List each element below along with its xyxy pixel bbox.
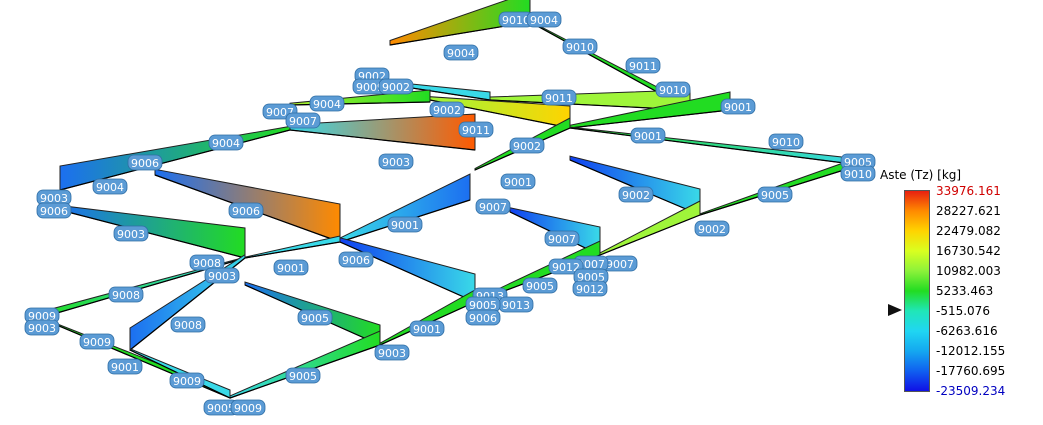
node-label: 9001: [391, 219, 419, 232]
node-label: 9010: [772, 136, 800, 149]
node-label: 9010: [502, 14, 530, 27]
node-label: 9001: [413, 323, 441, 336]
node-label: 9001: [724, 101, 752, 114]
node-label: 9009: [173, 375, 201, 388]
structure-diagram: 9010 90049004 9010901190029009900290119010…: [24, 0, 876, 416]
node-label: 9010: [844, 168, 872, 181]
node-label: 9008: [112, 289, 140, 302]
node-label: 9005: [526, 280, 554, 293]
beam-force-segment: [244, 235, 341, 259]
legend-value: -6263.616: [936, 324, 998, 338]
node-label: 9005: [761, 189, 789, 202]
node-label: 9010: [566, 41, 594, 54]
node-label: 9011: [629, 60, 657, 73]
node-label: 9004: [530, 14, 558, 27]
legend-value: 16730.542: [936, 244, 1001, 258]
legend-value: -23509.234: [936, 384, 1006, 398]
node-label: 9003: [117, 228, 145, 241]
legend-color-bar: [904, 190, 930, 392]
node-label: 9007: [479, 201, 507, 214]
node-label: 9007: [548, 233, 576, 246]
node-label: 9008: [174, 319, 202, 332]
legend-value: -17760.695: [936, 364, 1006, 378]
node-label: 9003: [378, 347, 406, 360]
beam-axis-line: [569, 127, 861, 166]
legend-value: -12012.155: [936, 344, 1006, 358]
node-label: 9004: [212, 137, 240, 150]
node-label: 9004: [96, 181, 124, 194]
beam-force-segment: [599, 200, 701, 256]
beam-axis-line: [244, 241, 341, 259]
node-label: 9012: [576, 283, 604, 296]
legend-pointer-icon: [888, 304, 902, 316]
node-label: 9002: [433, 104, 461, 117]
node-label: 9011: [462, 124, 490, 137]
node-label: 9005: [289, 370, 317, 383]
node-label: 9004: [447, 47, 475, 60]
node-label: 9006: [232, 205, 260, 218]
legend-title: Aste (Tz) [kg]: [880, 168, 962, 182]
node-label: 9007: [289, 115, 317, 128]
node-label: 9006: [469, 312, 497, 325]
beam-axis-line: [599, 214, 701, 256]
beam-force-segment: [229, 330, 381, 399]
legend-value: -515.076: [936, 304, 990, 318]
node-label: 9002: [513, 140, 541, 153]
node-label: 9005: [301, 312, 329, 325]
node-label: 9006: [131, 157, 159, 170]
node-label: 9001: [111, 361, 139, 374]
node-label-layer: 9010 90049004 9010901190029009900290119010…: [24, 11, 876, 416]
node-label: 9009: [83, 336, 111, 349]
node-label: 9013: [502, 299, 530, 312]
node-label: 9010: [659, 84, 687, 97]
beam-force-segment: [699, 156, 861, 216]
node-label: 9002: [622, 189, 650, 202]
node-label: 9003: [208, 270, 236, 283]
node-label: 9006: [40, 205, 68, 218]
legend-value: 22479.082: [936, 224, 1001, 238]
legend-value: 33976.161: [936, 184, 1001, 198]
legend-value: 10982.003: [936, 264, 1001, 278]
node-label: 9004: [313, 98, 341, 111]
legend-values: 33976.161 28227.621 22479.082 16730.542 1098…: [936, 184, 1036, 398]
node-label: 9003: [28, 322, 56, 335]
node-label: 9001: [504, 176, 532, 189]
node-label: 9002: [698, 223, 726, 236]
legend-value: 5233.463: [936, 284, 994, 298]
node-label: 9006: [342, 254, 370, 267]
node-label: 9001: [634, 130, 662, 143]
node-label: 9002: [382, 81, 410, 94]
node-label: 9009: [234, 402, 262, 415]
node-label: 9011: [545, 92, 573, 105]
legend-value: 28227.621: [936, 204, 1001, 218]
node-label: 9003: [382, 156, 410, 169]
beam-force-segment: [59, 204, 246, 259]
beam-force-segment: [379, 289, 476, 346]
node-label: 9007: [606, 258, 634, 271]
node-label: 9001: [277, 262, 305, 275]
